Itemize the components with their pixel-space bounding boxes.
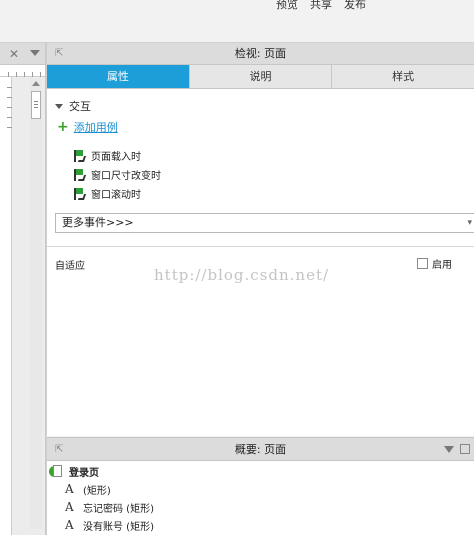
tree-item-label: 没有账号 (矩形) [83, 521, 154, 533]
watermark-text: http://blog.csdn.net/ [154, 266, 330, 284]
enable-adaptive-toggle[interactable]: 启用 [417, 256, 452, 271]
tree-item[interactable]: A 没有账号 (矩形) [47, 516, 474, 534]
close-icon[interactable]: ✕ [9, 47, 19, 61]
scroll-up-icon[interactable] [32, 81, 40, 86]
event-window-resize[interactable]: 窗口尺寸改变时 [73, 165, 161, 184]
pin-icon[interactable]: ⇱ [55, 438, 63, 462]
more-events-dropdown[interactable]: 更多事件>>> ▾ [55, 213, 474, 233]
tab-notes[interactable]: 说明 [189, 65, 333, 88]
pin-icon[interactable]: ⇱ [55, 43, 63, 65]
publish-menu[interactable]: 发布 [344, 0, 366, 12]
scrollbar-thumb[interactable] [31, 91, 41, 119]
canvas-area: ✕ [0, 43, 46, 535]
outline-panel: ⇱ 概要: 页面 登录页 A (矩形) A 忘记密码 (矩形) A 没有账号 (… [46, 437, 474, 535]
inspector-panel: ⇱ 检视: 页面 属性 说明 样式 交互 + 添加用例 页面载入时 窗口尺寸改变… [46, 43, 474, 436]
more-events-label: 更多事件>>> [62, 216, 134, 229]
tree-item[interactable]: A (矩形) [47, 480, 474, 498]
add-case-label: 添加用例 [73, 121, 118, 134]
chevron-down-icon: ▾ [467, 218, 472, 228]
interaction-section-toggle[interactable]: 交互 [55, 98, 91, 114]
event-window-scroll[interactable]: 窗口滚动时 [73, 184, 161, 203]
horizontal-ruler [0, 65, 45, 77]
page-icon [49, 464, 62, 478]
inspector-header: ⇱ 检视: 页面 [47, 43, 474, 65]
text-icon: A [65, 500, 74, 514]
tree-item-login-page[interactable]: 登录页 [47, 462, 474, 480]
tree-item-label: 忘记密码 (矩形) [83, 503, 154, 515]
vertical-ruler [0, 77, 12, 535]
text-icon: A [65, 482, 74, 496]
outline-header: ⇱ 概要: 页面 [47, 437, 474, 461]
adaptive-label: 自适应 [55, 261, 85, 272]
add-case-link[interactable]: + 添加用例 [57, 119, 118, 135]
grid-icon[interactable] [460, 444, 470, 454]
filter-icon[interactable] [444, 446, 454, 453]
text-icon: A [65, 518, 74, 532]
event-label: 页面载入时 [91, 152, 141, 163]
tab-style[interactable]: 样式 [332, 65, 474, 88]
event-flag-icon [73, 187, 87, 200]
event-list: 页面载入时 窗口尺寸改变时 窗口滚动时 [73, 146, 161, 203]
top-toolbar: 预览 共享 发布 [0, 0, 474, 43]
tab-properties[interactable]: 属性 [47, 65, 190, 88]
outline-title: 概要: 页面 [234, 443, 287, 456]
inspector-tabs: 属性 说明 样式 [47, 65, 474, 89]
event-label: 窗口尺寸改变时 [91, 171, 161, 182]
tree-item[interactable]: A 忘记密码 (矩形) [47, 498, 474, 516]
chevron-down-icon [55, 103, 63, 109]
tree-item-label: 登录页 [69, 467, 99, 479]
tree-item-label: (矩形) [83, 485, 111, 497]
event-flag-icon [73, 168, 87, 181]
outline-tree: 登录页 A (矩形) A 忘记密码 (矩形) A 没有账号 (矩形) [47, 462, 474, 534]
enable-label: 启用 [432, 260, 452, 271]
section-divider [47, 246, 474, 247]
share-menu[interactable]: 共享 [310, 0, 332, 12]
vertical-scrollbar[interactable] [30, 79, 42, 529]
plus-icon: + [57, 119, 69, 135]
interaction-heading: 交互 [69, 100, 91, 113]
event-page-load[interactable]: 页面载入时 [73, 146, 161, 165]
event-label: 窗口滚动时 [91, 190, 141, 201]
inspector-title: 检视: 页面 [234, 47, 287, 60]
chevron-down-icon[interactable] [30, 50, 40, 56]
canvas-tab-bar: ✕ [0, 43, 45, 65]
event-flag-icon [73, 149, 87, 162]
enable-checkbox[interactable] [417, 258, 428, 269]
preview-menu[interactable]: 预览 [276, 0, 298, 12]
